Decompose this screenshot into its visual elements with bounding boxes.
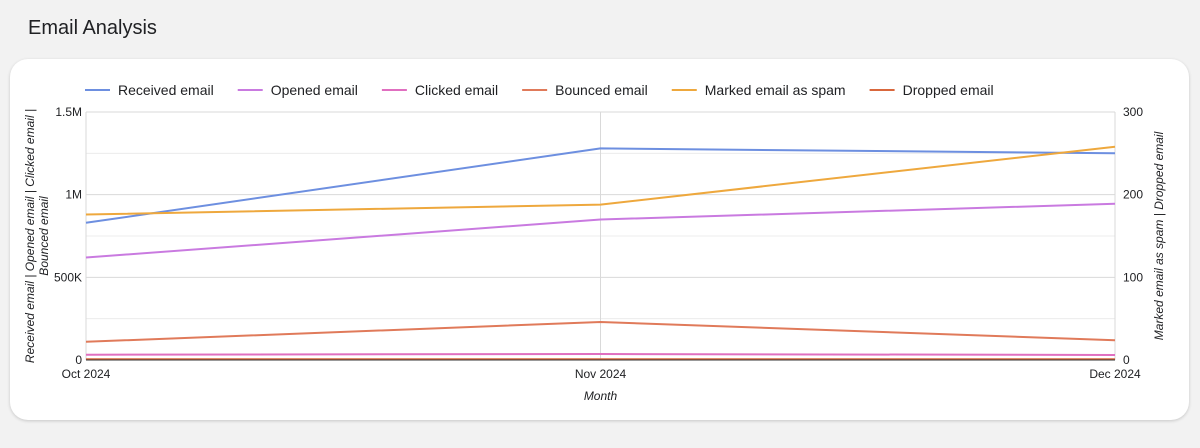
chart-card: 0 500K 1M 1.5M 0 100 200 300 Oct 2024 Nov 2024 D… [10,59,1189,420]
legend-label: Bounced email [555,82,648,98]
right-tick-label: 200 [1123,188,1143,202]
right-tick-label: 0 [1123,353,1130,367]
legend-label: Marked email as spam [705,82,846,98]
x-tick-label: Dec 2024 [1089,367,1141,381]
legend-item[interactable]: Bounced email [522,82,648,98]
left-tick-label: 1.5M [55,105,82,119]
right-axis-title: Marked email as spam | Dropped email [1152,131,1166,340]
legend-item[interactable]: Dropped email [869,82,994,98]
x-axis-ticks: Oct 2024 Nov 2024 Dec 2024 [62,367,1141,381]
left-tick-label: 1M [65,188,82,202]
legend-item[interactable]: Marked email as spam [671,82,846,98]
legend-label: Opened email [271,82,358,98]
legend-item[interactable]: Received email [85,82,214,98]
right-tick-label: 300 [1123,105,1143,119]
legend-label: Dropped email [903,82,994,98]
left-axis-title-line: Bounced email [37,196,51,276]
left-tick-label: 500K [54,270,82,284]
legend-label: Received email [118,82,214,98]
x-tick-label: Oct 2024 [62,367,111,381]
left-axis-ticks: 0 500K 1M 1.5M [54,105,82,367]
x-axis-title: Month [584,389,618,403]
line-chart: 0 500K 1M 1.5M 0 100 200 300 Oct 2024 Nov 2024 D… [23,82,1166,403]
left-tick-label: 0 [75,353,82,367]
x-tick-label: Nov 2024 [575,367,627,381]
series-line-clicked-email [85,353,1116,356]
legend: Received email Opened email Clicked email B… [85,82,994,98]
page-title: Email Analysis [28,17,157,39]
left-axis-title-line: Received email | Opened email | Clicked … [23,109,37,363]
right-axis-ticks: 0 100 200 300 [1123,105,1143,367]
right-tick-label: 100 [1123,270,1143,284]
legend-item[interactable]: Clicked email [381,82,498,98]
legend-label: Clicked email [415,82,498,98]
legend-item[interactable]: Opened email [237,82,358,98]
left-axis-title: Received email | Opened email | Clicked … [23,109,51,363]
